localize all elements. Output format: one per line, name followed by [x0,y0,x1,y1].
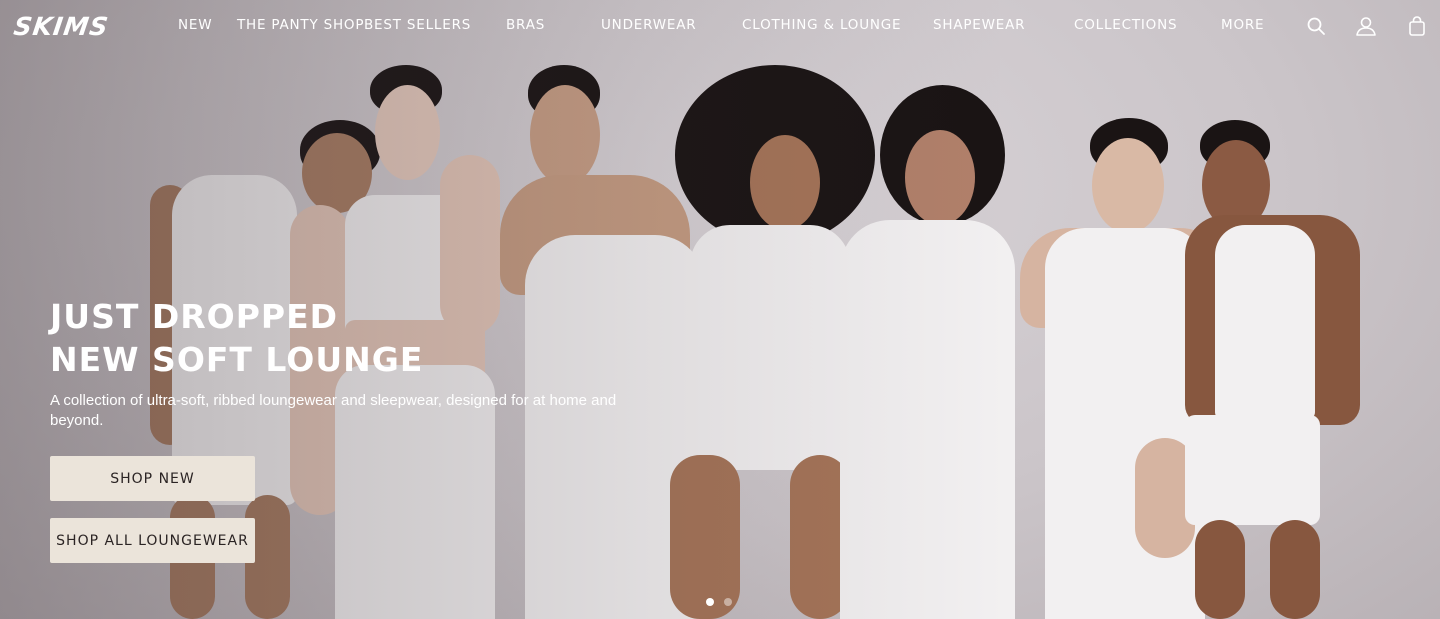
nav-link-underwear[interactable]: UNDERWEAR [601,17,696,33]
nav-link-clothing-lounge[interactable]: CLOTHING & LOUNGE [742,17,901,33]
nav-link-best-sellers[interactable]: BEST SELLERS [364,17,471,33]
nav-link-more[interactable]: MORE [1221,17,1264,33]
carousel-dot-1[interactable] [706,598,714,606]
hero-headline: JUST DROPPED NEW SOFT LOUNGE [50,295,650,381]
nav-link-panty-shop[interactable]: THE PANTY SHOP [237,17,364,33]
nav-link-bras[interactable]: BRAS [506,17,545,33]
account-icon[interactable] [1355,15,1377,37]
top-navigation: SKIMS NEW THE PANTY SHOP BEST SELLERS BR… [0,0,1440,52]
headline-line-1: JUST DROPPED [50,297,339,336]
nav-link-new[interactable]: NEW [178,17,212,33]
skims-logo[interactable]: SKIMS [12,12,111,41]
shopping-bag-icon[interactable] [1406,15,1428,37]
shop-all-loungewear-button[interactable]: SHOP ALL LOUNGEWEAR [50,518,255,563]
nav-link-shapewear[interactable]: SHAPEWEAR [933,17,1025,33]
hero-banner: SKIMS NEW THE PANTY SHOP BEST SELLERS BR… [0,0,1440,619]
hero-subcopy: A collection of ultra-soft, ribbed loung… [50,392,617,429]
carousel-dot-2[interactable] [724,598,732,606]
headline-line-2: NEW SOFT LOUNGE [50,340,424,379]
hero-copy: JUST DROPPED NEW SOFT LOUNGE A collectio… [50,295,650,563]
nav-link-collections[interactable]: COLLECTIONS [1074,17,1177,33]
search-icon[interactable] [1305,15,1327,37]
shop-new-button[interactable]: SHOP NEW [50,456,255,501]
carousel-dots [706,598,732,606]
